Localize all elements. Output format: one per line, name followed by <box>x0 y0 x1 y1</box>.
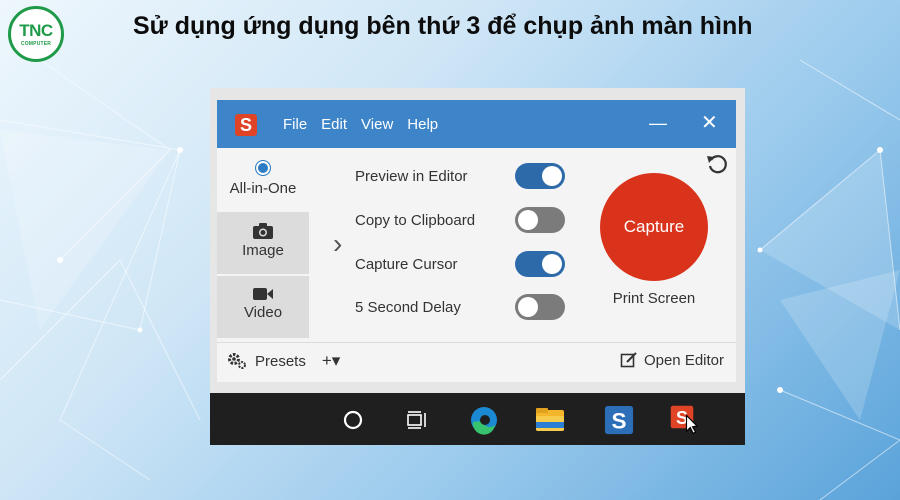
option-label: Capture Cursor <box>355 255 458 273</box>
option-5-second-delay: 5 Second Delay <box>355 293 575 321</box>
capture-button[interactable]: Capture <box>600 173 708 281</box>
task-view-icon[interactable] <box>402 405 432 435</box>
file-explorer-icon[interactable] <box>535 405 565 435</box>
search-circle-icon[interactable] <box>338 405 368 435</box>
menu-help[interactable]: Help <box>407 116 438 133</box>
option-label: 5 Second Delay <box>355 298 461 316</box>
snagit-logo-icon: S <box>235 114 257 136</box>
open-editor-button[interactable]: Open Editor <box>620 351 724 369</box>
title-bar: S File Edit View Help — ✕ <box>217 100 736 148</box>
menu-file[interactable]: File <box>283 116 307 133</box>
brand-logo: TNC COMPUTER <box>8 6 64 62</box>
toggle-capture-cursor[interactable] <box>515 251 565 277</box>
edit-icon <box>620 352 637 368</box>
presets-button[interactable]: Presets +▾ <box>227 351 340 371</box>
option-label: Preview in Editor <box>355 167 468 185</box>
capture-hotkey-label: Print Screen <box>612 290 696 307</box>
presets-label: Presets <box>255 352 306 370</box>
video-camera-icon <box>253 288 273 300</box>
logo-text: TNC <box>19 20 53 40</box>
edge-icon[interactable] <box>469 405 499 435</box>
menu-bar: File Edit View Help <box>283 100 438 148</box>
option-label: Copy to Clipboard <box>355 211 476 229</box>
camera-icon <box>253 223 273 239</box>
menu-edit[interactable]: Edit <box>321 116 347 133</box>
logo-subtext: COMPUTER <box>20 40 52 47</box>
mode-label: All-in-One <box>229 180 297 197</box>
close-button[interactable]: ✕ <box>701 111 718 135</box>
open-editor-label: Open Editor <box>643 351 724 369</box>
toggle-copy-to-clipboard[interactable] <box>515 207 565 233</box>
svg-text:S: S <box>611 408 626 433</box>
radio-icon <box>255 160 271 176</box>
snagit-window: S File Edit View Help — ✕ All-in-One Ima… <box>210 88 745 445</box>
mode-tab-all-in-one[interactable]: All-in-One <box>217 148 309 212</box>
chevron-right-icon[interactable]: › <box>333 228 342 260</box>
snagit-capture-icon[interactable]: S <box>670 405 700 435</box>
reset-icon[interactable] <box>705 152 729 176</box>
toggle-5-second-delay[interactable] <box>515 294 565 320</box>
minimize-button[interactable]: — <box>649 111 667 135</box>
snagit-editor-icon[interactable]: S <box>604 405 634 435</box>
gear-icon <box>228 353 246 369</box>
option-preview-in-editor: Preview in Editor <box>355 162 575 190</box>
bottom-bar: Presets +▾ Open Editor <box>217 342 736 382</box>
toggle-preview-in-editor[interactable] <box>515 163 565 189</box>
page-headline: Sử dụng ứng dụng bên thứ 3 để chụp ảnh m… <box>133 12 753 40</box>
taskbar: S S <box>210 393 745 445</box>
mode-label: Video <box>243 304 283 321</box>
option-copy-to-clipboard: Copy to Clipboard <box>355 206 575 234</box>
option-capture-cursor: Capture Cursor <box>355 250 575 278</box>
menu-view[interactable]: View <box>361 116 393 133</box>
mode-tab-video[interactable]: Video <box>217 276 309 338</box>
add-preset-button[interactable]: +▾ <box>322 351 340 371</box>
mode-tab-image[interactable]: Image <box>217 212 309 274</box>
mode-label: Image <box>242 242 284 259</box>
